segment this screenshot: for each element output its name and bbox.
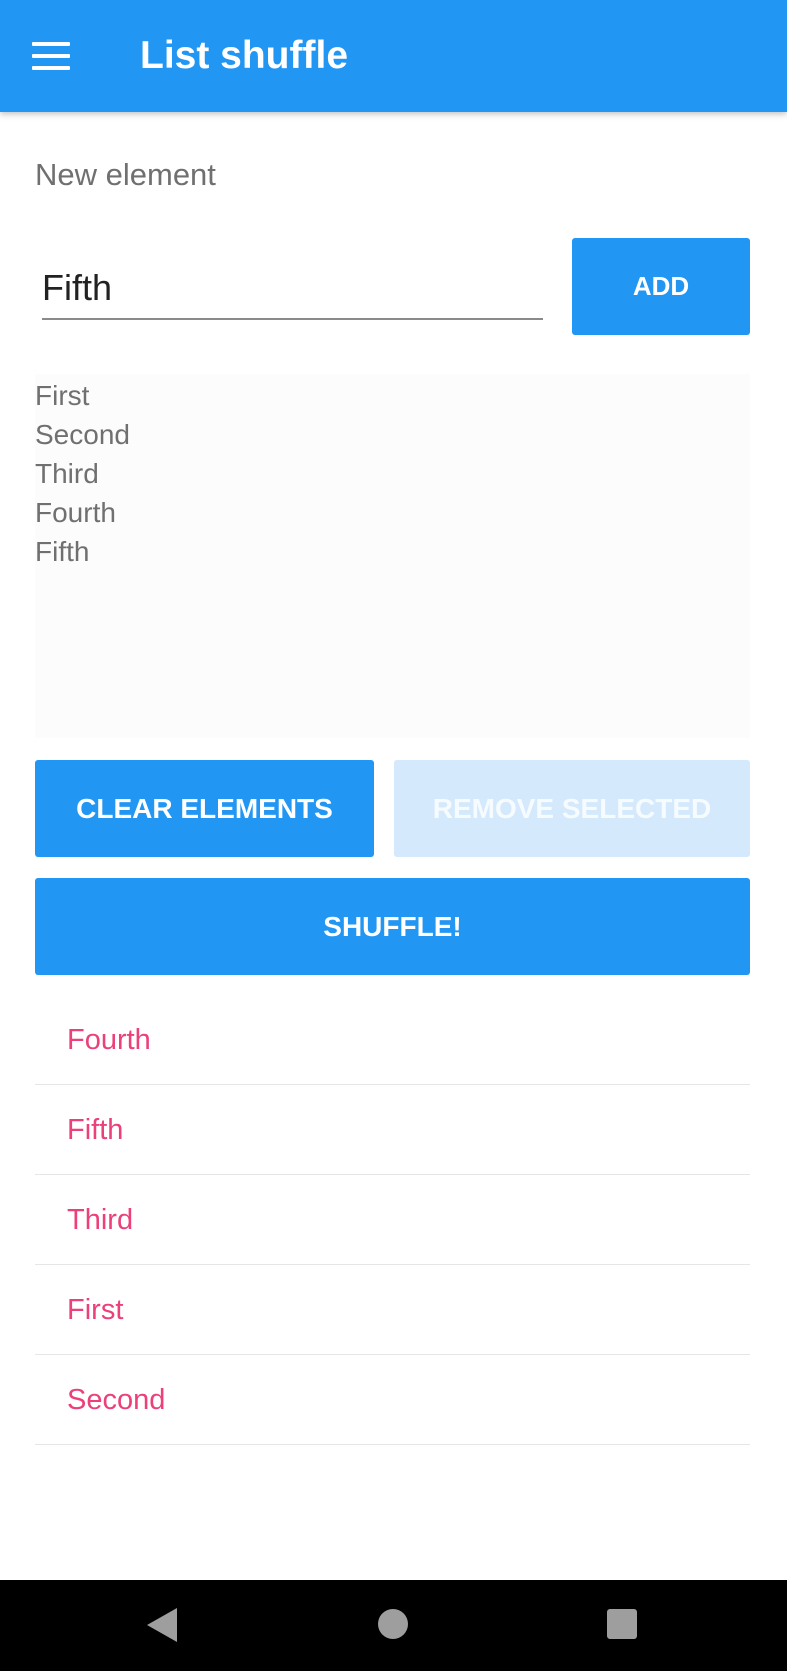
app-screen: List shuffle New element ADD First Secon… [0, 0, 787, 1671]
elements-list-item[interactable]: Fifth [35, 532, 750, 571]
recents-icon[interactable] [607, 1609, 637, 1639]
add-button[interactable]: ADD [572, 238, 750, 335]
shuffled-list-item: Fourth [35, 995, 750, 1085]
clear-elements-button[interactable]: CLEAR ELEMENTS [35, 760, 374, 857]
new-element-label: New element [35, 157, 216, 192]
elements-list: First Second Third Fourth Fifth [35, 374, 750, 738]
shuffled-list-item: First [35, 1265, 750, 1355]
elements-list-item[interactable]: First [35, 376, 750, 415]
shuffle-button[interactable]: SHUFFLE! [35, 878, 750, 975]
shuffled-list-item: Fifth [35, 1085, 750, 1175]
shuffled-list-item: Second [35, 1355, 750, 1445]
remove-selected-button[interactable]: REMOVE SELECTED [394, 760, 750, 857]
menu-icon[interactable] [32, 42, 70, 70]
new-element-input[interactable] [42, 258, 543, 320]
elements-list-item[interactable]: Second [35, 415, 750, 454]
shuffled-list-item: Third [35, 1175, 750, 1265]
back-icon[interactable] [147, 1608, 177, 1642]
app-bar: List shuffle [0, 0, 787, 112]
system-nav-bar [0, 1580, 787, 1671]
home-icon[interactable] [378, 1609, 408, 1639]
shuffled-list: Fourth Fifth Third First Second [35, 995, 750, 1445]
elements-list-item[interactable]: Fourth [35, 493, 750, 532]
page-title: List shuffle [140, 34, 349, 77]
elements-list-item[interactable]: Third [35, 454, 750, 493]
